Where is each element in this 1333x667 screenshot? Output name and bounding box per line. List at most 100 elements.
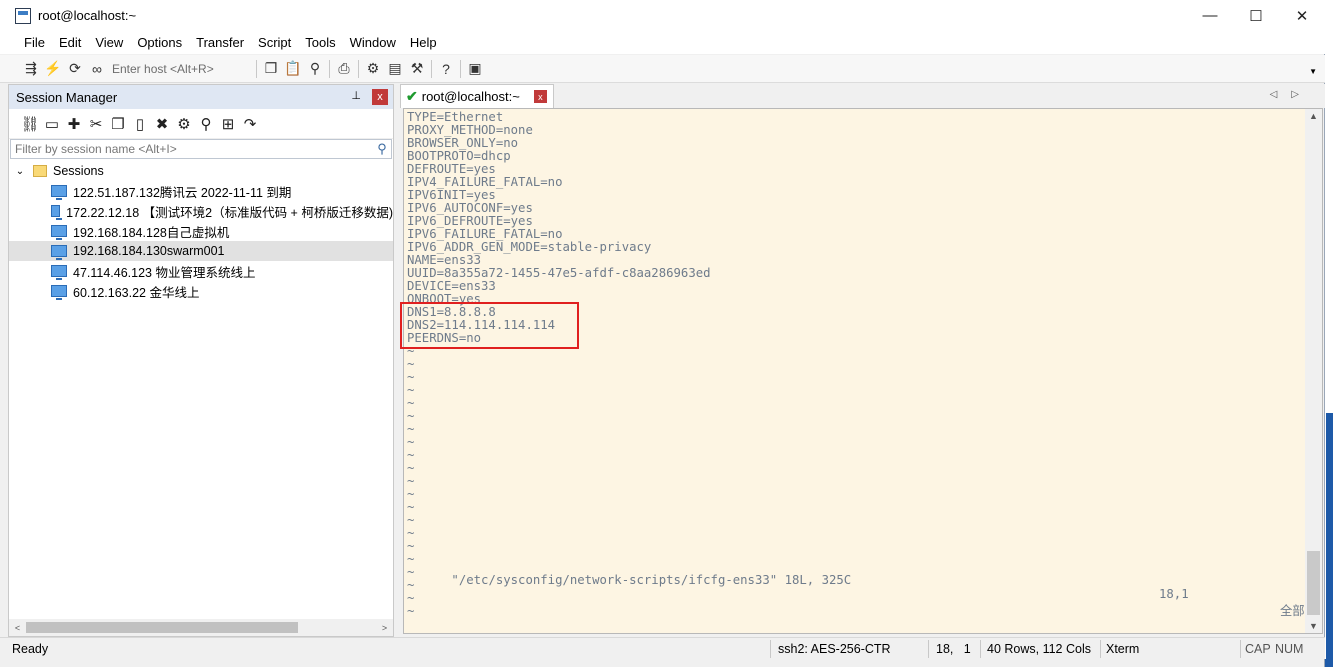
maximize-button[interactable]: ☐ [1233,0,1279,31]
vertical-scrollbar[interactable]: ▲ ▼ [1305,109,1322,633]
terminal-line: ~ [407,396,415,410]
link-icon[interactable]: ⛓ [19,113,41,135]
menu-window[interactable]: Window [343,35,403,50]
find-icon[interactable]: ⚲ [304,58,326,80]
session-manager-close-button[interactable]: x [372,89,388,105]
session-filter-input[interactable]: Filter by session name <Alt+I> ⚲ [10,139,392,159]
menu-help[interactable]: Help [403,35,444,50]
menu-script[interactable]: Script [251,35,298,50]
vim-cursor-pos: 18,1 [1159,587,1189,601]
sftp-icon[interactable]: ⚒ [406,58,428,80]
properties-icon[interactable]: ⚙ [173,113,195,135]
quick-connect-icon[interactable]: ⚡ [42,58,64,80]
window-icon[interactable]: ▭ [41,113,63,135]
folder-icon [33,165,47,177]
status-num: NUM [1275,642,1304,656]
help-icon[interactable]: ? [435,58,457,80]
toolbar-divider [431,59,432,78]
disconnect-icon[interactable]: ∞ [86,58,108,80]
menu-transfer[interactable]: Transfer [189,35,251,50]
status-ready: Ready [12,642,49,656]
terminal-view[interactable]: TYPE=Ethernet PROXY_METHOD=none BROWSER_ON… [403,108,1323,634]
tab-nav-arrows-icon[interactable]: ◁▷ [1270,89,1313,100]
add-icon[interactable]: ✚ [63,113,85,135]
session-item[interactable]: 47.114.46.123 物业管理系统线上 [9,261,393,281]
copy-icon[interactable]: ❐ [107,113,129,135]
sessions-folder[interactable]: ⌄ Sessions [9,161,393,181]
scroll-down-icon[interactable]: ▼ [1305,621,1322,631]
settings-icon[interactable]: ⚙ [362,58,384,80]
terminal-line: ~ [407,526,415,540]
menu-view[interactable]: View [88,35,130,50]
search-icon[interactable]: ⚲ [373,141,391,157]
toolbar-divider [358,59,359,78]
securecrt-window: root@localhost:~ — ☐ ✕ File Edit View Op… [0,0,1325,667]
paste-icon[interactable]: 📋 [282,58,304,80]
session-item[interactable]: 192.168.184.128自己虚拟机 [9,221,393,241]
monitor-icon [51,205,63,220]
tab-close-button[interactable]: x [533,90,547,103]
new-folder-icon[interactable]: ⊞ [217,113,239,135]
tab-root-localhost[interactable]: ✔ root@localhost:~ x [400,84,554,108]
chevron-down-icon[interactable]: ⌄ [13,166,27,177]
scrollbar-thumb[interactable] [26,622,298,633]
print-icon[interactable]: ⎙ [333,58,355,80]
toolbar-divider [460,59,461,78]
terminal-line: ~ [407,357,415,371]
menu-options[interactable]: Options [130,35,189,50]
status-bar: Ready ssh2: AES-256-CTR 18, 1 40 Rows, 1… [0,637,1325,659]
terminal-line: ~ [407,539,415,553]
horizontal-scrollbar[interactable]: < > [9,619,393,636]
session-label: 192.168.184.130swarm001 [73,244,225,258]
keymap-icon[interactable]: ▤ [384,58,406,80]
terminal-line: ~ [407,435,415,449]
menu-edit[interactable]: Edit [52,35,88,50]
terminal-line: ~ [407,461,415,475]
status-cap: CAP [1245,642,1271,656]
session-label: 60.12.163.22 金华线上 [73,285,200,300]
status-divider [1240,640,1241,658]
terminal-line: ~ [407,370,415,384]
connect-arrow-icon[interactable]: ↷ [239,113,261,135]
main-toolbar: ⇶ ⚡ ⟳ ∞ Enter host <Alt+R> ❐ 📋 ⚲ ⎙ ⚙ ▤ ⚒… [0,55,1325,83]
minimize-button[interactable]: — [1187,0,1233,31]
session-item[interactable]: 60.12.163.22 金华线上 [9,281,393,301]
session-label: 122.51.187.132腾讯云 2022-11-11 到期 [73,185,292,200]
connected-check-icon: ✔ [406,88,418,104]
scrollbar-thumb[interactable] [1307,551,1320,615]
dns-highlight-box [400,302,579,349]
paste-icon[interactable]: ▯ [129,113,151,135]
menu-file[interactable]: File [17,35,52,50]
scroll-left-icon[interactable]: < [9,623,26,633]
status-divider [770,640,771,658]
app-icon [15,7,31,24]
connect-icon[interactable]: ⇶ [20,58,42,80]
filter-placeholder: Filter by session name <Alt+I> [15,142,177,156]
session-label: 172.22.12.18 【测试环境2（标准版代码 + 柯桥版迁移数据) [66,205,393,220]
enter-host-input[interactable]: Enter host <Alt+R> [108,59,253,79]
session-item[interactable]: 172.22.12.18 【测试环境2（标准版代码 + 柯桥版迁移数据) [9,201,393,221]
terminal-line: ~ [407,448,415,462]
monitor-icon [51,225,67,240]
find-icon[interactable]: ⚲ [195,113,217,135]
reconnect-icon[interactable]: ⟳ [64,58,86,80]
session-manager-header: Session Manager ⊥ x [9,85,393,109]
session-item-selected[interactable]: 192.168.184.130swarm001 [9,241,393,261]
monitor-icon [51,185,67,200]
menu-bar: File Edit View Options Transfer Script T… [0,31,1325,54]
scroll-right-icon[interactable]: > [376,623,393,633]
screen-icon[interactable]: ▣ [464,58,486,80]
session-item[interactable]: 122.51.187.132腾讯云 2022-11-11 到期 [9,181,393,201]
terminal-line: ~ [407,474,415,488]
monitor-icon [51,285,67,300]
terminal-line: ~ [407,383,415,397]
menu-tools[interactable]: Tools [298,35,342,50]
close-button[interactable]: ✕ [1279,0,1325,31]
delete-icon[interactable]: ✖ [151,113,173,135]
toolbar-dropdown-icon[interactable]: ▼ [1309,67,1317,76]
session-manager-title: Session Manager [16,89,118,105]
copy-icon[interactable]: ❐ [260,58,282,80]
pin-icon[interactable]: ⊥ [351,89,361,102]
cut-icon[interactable]: ✂ [85,113,107,135]
scroll-up-icon[interactable]: ▲ [1305,111,1322,121]
